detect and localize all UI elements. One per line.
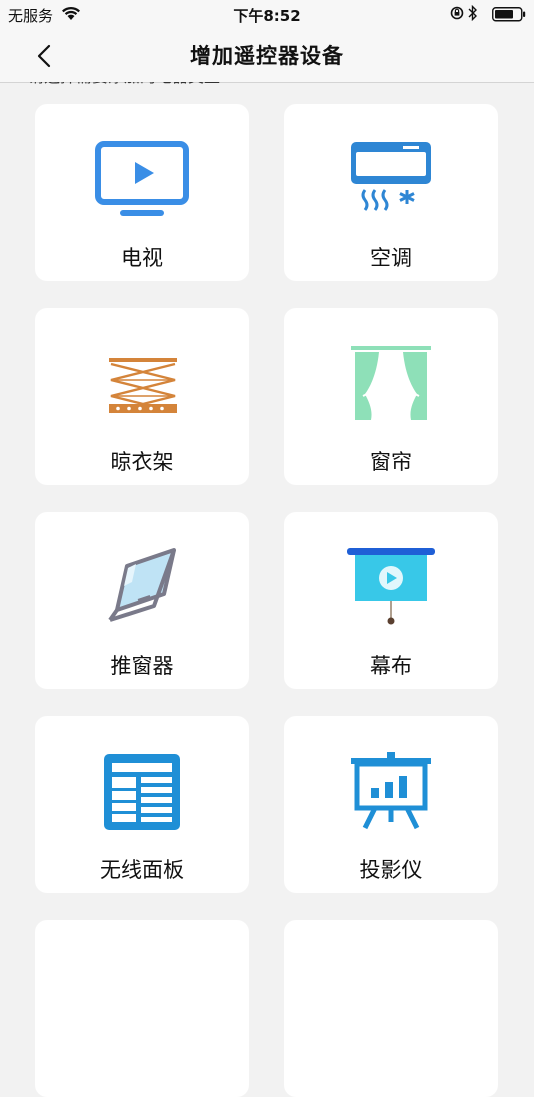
device-card-air-conditioner[interactable]: 空调 <box>284 104 498 281</box>
device-label: 无线面板 <box>100 858 184 882</box>
device-label: 投影仪 <box>359 858 423 882</box>
device-card-projector[interactable]: 投影仪 <box>284 716 498 893</box>
device-card-clothes-rack[interactable]: 晾衣架 <box>35 308 249 485</box>
device-card-window-opener[interactable]: 推窗器 <box>35 512 249 689</box>
curtain-icon <box>341 342 441 426</box>
device-card-partial[interactable] <box>35 920 249 1097</box>
wireless-panel-icon <box>92 750 192 834</box>
device-label: 推窗器 <box>110 654 174 678</box>
device-card-tv[interactable]: 电视 <box>35 104 249 281</box>
hint-text: 请选择需要添加的电器类型 <box>28 67 221 86</box>
device-card-projector-screen[interactable]: 幕布 <box>284 512 498 689</box>
device-card-wireless-panel[interactable]: 无线面板 <box>35 716 249 893</box>
tv-icon <box>92 138 192 222</box>
device-card-partial[interactable] <box>284 920 498 1097</box>
device-label: 空调 <box>370 246 412 270</box>
air-conditioner-icon <box>341 138 441 222</box>
device-card-curtain[interactable]: 窗帘 <box>284 308 498 485</box>
device-label: 窗帘 <box>370 450 412 474</box>
device-type-grid: 请选择需要添加的电器类型 电视 空调 晾衣架 窗帘 推窗器 幕布 无线面板 投影… <box>0 0 534 1097</box>
clothes-rack-icon <box>92 342 192 426</box>
projector-screen-icon <box>341 546 441 630</box>
projector-icon <box>341 750 441 834</box>
device-label: 幕布 <box>370 654 412 678</box>
device-label: 电视 <box>121 246 163 270</box>
device-label: 晾衣架 <box>110 450 174 474</box>
window-opener-icon <box>92 546 192 630</box>
